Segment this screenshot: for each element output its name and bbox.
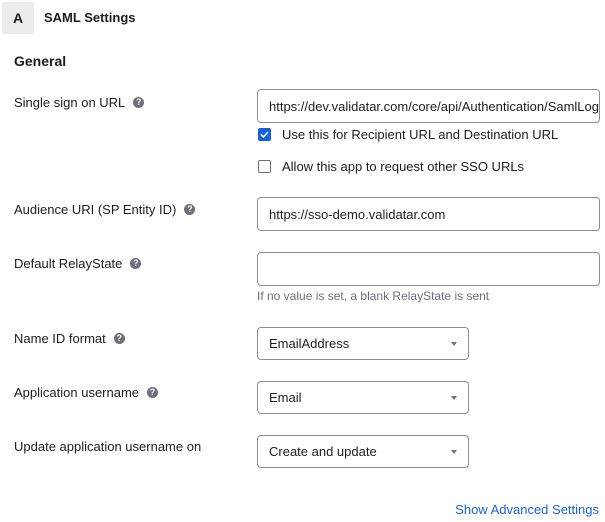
help-icon[interactable]: ? xyxy=(113,333,125,344)
relay-state-hint: If no value is set, a blank RelayState i… xyxy=(257,289,490,303)
chevron-down-icon xyxy=(451,395,457,400)
audience-uri-label: Audience URI (SP Entity ID) ? xyxy=(14,202,196,217)
app-username-value: Email xyxy=(269,390,302,405)
help-icon[interactable]: ? xyxy=(184,204,196,215)
general-heading: General xyxy=(14,53,67,69)
sso-url-input[interactable]: https://dev.validatar.com/core/api/Authe… xyxy=(257,89,600,123)
update-username-on-label-text: Update application username on xyxy=(14,439,202,454)
help-icon[interactable]: ? xyxy=(133,97,145,108)
sso-url-label-text: Single sign on URL xyxy=(14,95,126,110)
help-icon[interactable]: ? xyxy=(147,387,159,398)
section-badge: A xyxy=(2,2,34,34)
app-username-label: Application username ? xyxy=(14,385,159,400)
help-icon[interactable]: ? xyxy=(130,258,142,269)
relay-state-label-text: Default RelayState xyxy=(14,256,123,271)
other-sso-checkbox-label: Allow this app to request other SSO URLs xyxy=(282,159,525,174)
sso-url-label: Single sign on URL ? xyxy=(14,95,145,110)
update-username-on-value: Create and update xyxy=(269,444,377,459)
name-id-format-label: Name ID format ? xyxy=(14,331,125,346)
name-id-format-select[interactable]: EmailAddress xyxy=(257,327,469,360)
audience-uri-value: https://sso-demo.validatar.com xyxy=(269,206,446,222)
name-id-format-label-text: Name ID format xyxy=(14,331,106,346)
update-username-on-label: Update application username on xyxy=(14,439,201,454)
section-title: SAML Settings xyxy=(44,10,136,25)
sso-url-value: https://dev.validatar.com/core/api/Authe… xyxy=(269,98,600,114)
other-sso-checkbox[interactable] xyxy=(258,160,271,173)
other-sso-checkbox-row[interactable]: Allow this app to request other SSO URLs xyxy=(258,159,524,174)
checkmark-icon xyxy=(260,131,269,138)
recipient-url-checkbox-row[interactable]: Use this for Recipient URL and Destinati… xyxy=(258,127,558,142)
recipient-url-checkbox-label: Use this for Recipient URL and Destinati… xyxy=(282,127,559,142)
audience-uri-label-text: Audience URI (SP Entity ID) xyxy=(14,202,177,217)
show-advanced-settings-link[interactable]: Show Advanced Settings xyxy=(455,502,599,517)
relay-state-label: Default RelayState ? xyxy=(14,256,142,271)
chevron-down-icon xyxy=(451,341,457,346)
chevron-down-icon xyxy=(451,449,457,454)
update-username-on-select[interactable]: Create and update xyxy=(257,435,469,468)
name-id-format-value: EmailAddress xyxy=(269,336,350,351)
app-username-select[interactable]: Email xyxy=(257,381,469,414)
recipient-url-checkbox[interactable] xyxy=(258,128,271,141)
app-username-label-text: Application username xyxy=(14,385,140,400)
audience-uri-input[interactable]: https://sso-demo.validatar.com xyxy=(257,197,600,231)
relay-state-input[interactable] xyxy=(257,252,600,286)
section-header: A SAML Settings xyxy=(0,0,605,38)
